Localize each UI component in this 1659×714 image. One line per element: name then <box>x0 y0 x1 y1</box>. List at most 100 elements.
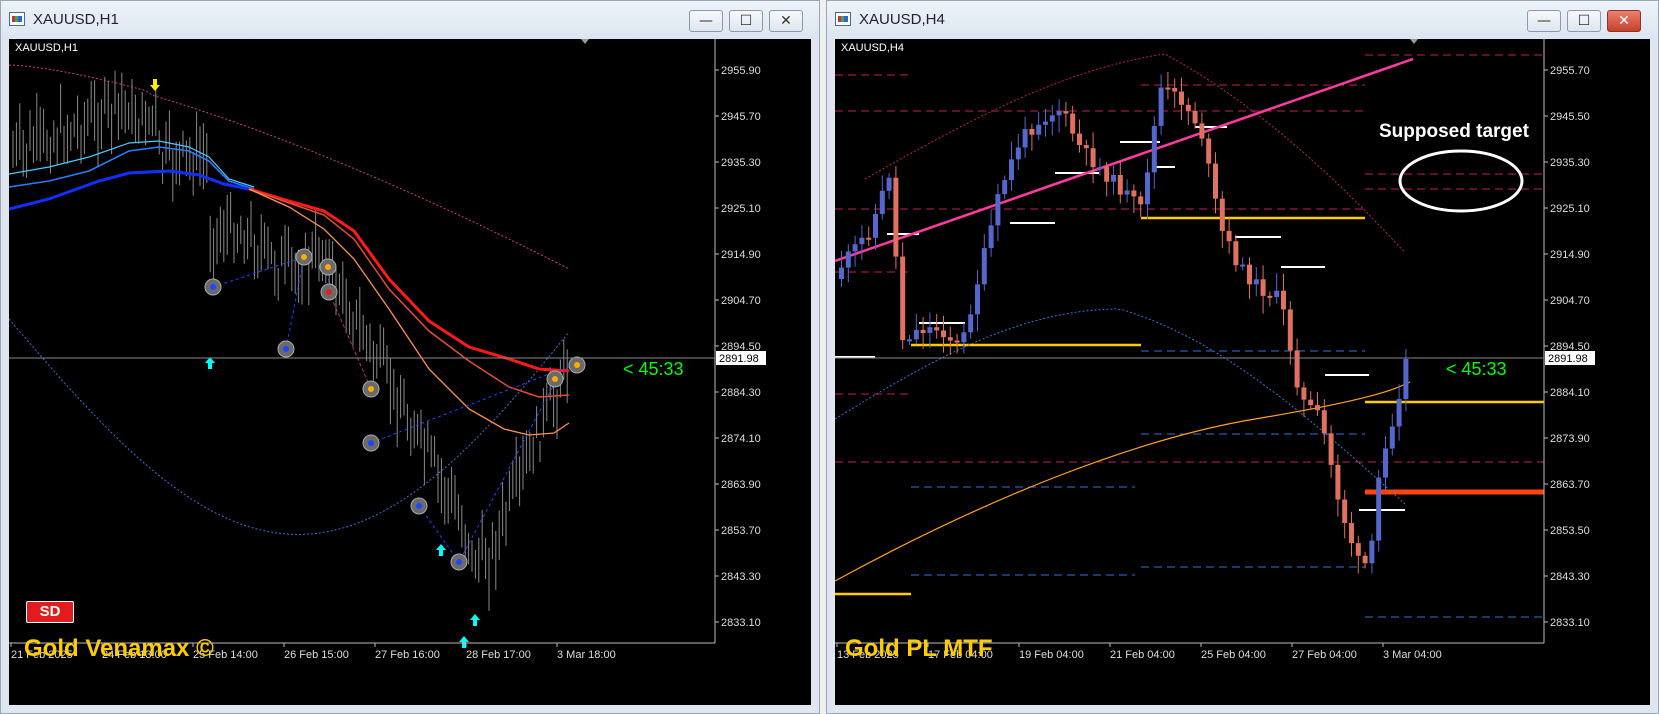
bull-candle <box>1274 290 1280 297</box>
price-tick-label: 2904.70 <box>721 295 761 307</box>
window-titlebar[interactable]: XAUUSD,H4 — ☐ ✕ <box>827 1 1658 39</box>
price-tick-label: 2945.50 <box>1550 111 1590 123</box>
price-tick-label: 2904.70 <box>1550 295 1590 307</box>
price-tick-label: 2914.90 <box>721 249 761 261</box>
signal-dot <box>552 376 558 382</box>
bear-candle <box>1138 196 1144 205</box>
bear-candle <box>1213 163 1218 199</box>
bull-candle <box>1240 264 1246 267</box>
bull-candle <box>1036 124 1042 135</box>
symbol-timeframe-label: XAUUSD,H4 <box>841 42 904 54</box>
bear-candle <box>1172 88 1178 92</box>
price-tick-label: 2955.70 <box>1550 65 1590 77</box>
supposed-target-annotation: Supposed target <box>1379 121 1529 142</box>
buy-arrow-icon <box>436 544 446 556</box>
price-tick-label: 2833.10 <box>1550 617 1590 629</box>
buy-arrow-icon <box>205 357 215 369</box>
bull-candle <box>1015 147 1021 160</box>
bear-candle <box>1328 433 1334 465</box>
bear-candle <box>1335 464 1341 500</box>
bear-candle <box>1281 290 1286 310</box>
close-button[interactable]: ✕ <box>769 10 803 32</box>
time-tick-label: 3 Mar 04:00 <box>1383 649 1442 661</box>
bear-candle <box>947 337 953 341</box>
bear-candle <box>1301 387 1307 400</box>
minimize-button[interactable]: — <box>1527 10 1561 32</box>
chart-canvas[interactable]: 2955.90 2945.70 2935.30 2925.10 2914.90 2904.… <box>9 39 811 705</box>
signal-dot <box>283 346 289 352</box>
bear-candle <box>1131 190 1137 197</box>
bull-candle <box>1111 174 1116 182</box>
bull-candle <box>873 213 878 238</box>
bull-candle <box>1056 111 1062 116</box>
chart-window-h1[interactable]: XAUUSD,H1 — ☐ ✕ 2955.90 2945.70 2935.30 292… <box>0 0 820 714</box>
price-tick-label: 2843.30 <box>1550 571 1590 583</box>
bull-candle <box>907 339 912 342</box>
bull-candle <box>1151 125 1157 173</box>
window-title: XAUUSD,H1 <box>33 11 119 28</box>
bear-candle <box>1063 111 1069 114</box>
time-tick-label: 27 Feb 04:00 <box>1292 649 1357 661</box>
time-tick-label: 3 Mar 18:00 <box>557 649 616 661</box>
maximize-button[interactable]: ☐ <box>729 10 763 32</box>
signal-dot <box>301 254 307 260</box>
signal-dot <box>210 284 216 290</box>
signal-dot <box>325 264 331 270</box>
window-title: XAUUSD,H4 <box>859 11 945 28</box>
window-titlebar[interactable]: XAUUSD,H1 — ☐ ✕ <box>1 1 819 39</box>
signal-dot <box>326 289 332 295</box>
price-chart[interactable]: 2955.90 2945.70 2935.30 2925.10 2914.90 2904.… <box>9 39 811 705</box>
time-tick-label: 21 Feb 04:00 <box>1110 649 1175 661</box>
bear-candle <box>1077 133 1082 146</box>
pattern-line <box>212 256 305 350</box>
price-tick-label: 2853.50 <box>1550 525 1590 537</box>
bear-candle <box>1321 410 1327 434</box>
bear-candle <box>1349 523 1354 544</box>
bull-candle <box>1403 359 1409 400</box>
ma-orange <box>248 188 570 436</box>
price-chart[interactable]: 2955.70 2945.50 2935.30 2925.10 2914.90 2904.… <box>835 39 1650 705</box>
minimize-button[interactable]: — <box>689 10 723 32</box>
bear-candle <box>1165 87 1171 90</box>
price-tick-label: 2884.10 <box>1550 387 1590 399</box>
upper-envelope-line <box>9 64 570 270</box>
price-tick-label: 2833.10 <box>721 617 761 629</box>
bull-candle <box>1389 426 1395 449</box>
price-tick-label: 2843.30 <box>721 571 761 583</box>
bull-candle <box>859 237 865 245</box>
bull-candle <box>913 329 919 340</box>
bear-candle <box>1185 104 1191 111</box>
bear-candle <box>1362 555 1368 564</box>
bull-candle <box>1002 180 1008 195</box>
close-button[interactable]: ✕ <box>1607 10 1641 32</box>
price-tick-label: 2925.10 <box>721 203 761 215</box>
ma-red <box>248 187 570 373</box>
bull-candle <box>1158 87 1164 126</box>
current-price-value: 2891.98 <box>1548 353 1588 365</box>
price-tick-label: 2935.30 <box>721 157 761 169</box>
bull-candle <box>839 267 844 279</box>
price-tick-label: 2955.90 <box>721 65 761 77</box>
bull-candle <box>845 251 851 268</box>
chart-app-icon <box>9 12 25 26</box>
time-tick-label: 25 Feb 04:00 <box>1201 649 1266 661</box>
bull-candle <box>981 248 987 285</box>
bull-candle <box>1009 159 1014 181</box>
chart-shift-marker <box>581 39 589 44</box>
price-tick-label: 2863.90 <box>721 479 761 491</box>
indicator-brand-label: Gold PL MTF <box>845 635 993 662</box>
bear-candle <box>934 327 940 331</box>
pink-trendline <box>835 57 1414 263</box>
bear-candle <box>1179 91 1184 105</box>
chart-window-h4[interactable]: XAUUSD,H4 — ☐ ✕ 2955.70 2945.50 2935.30 292… <box>826 0 1659 714</box>
bull-candle <box>1043 121 1048 125</box>
bear-candle <box>1029 129 1035 135</box>
price-tick-label: 2873.90 <box>1550 433 1590 445</box>
bull-candle <box>1383 448 1388 478</box>
bear-candle <box>1267 295 1273 298</box>
bear-candle <box>941 330 946 338</box>
bear-candle <box>1233 241 1239 266</box>
bear-candle <box>1260 279 1266 296</box>
current-price-value: 2891.98 <box>719 353 759 365</box>
maximize-button[interactable]: ☐ <box>1567 10 1601 32</box>
